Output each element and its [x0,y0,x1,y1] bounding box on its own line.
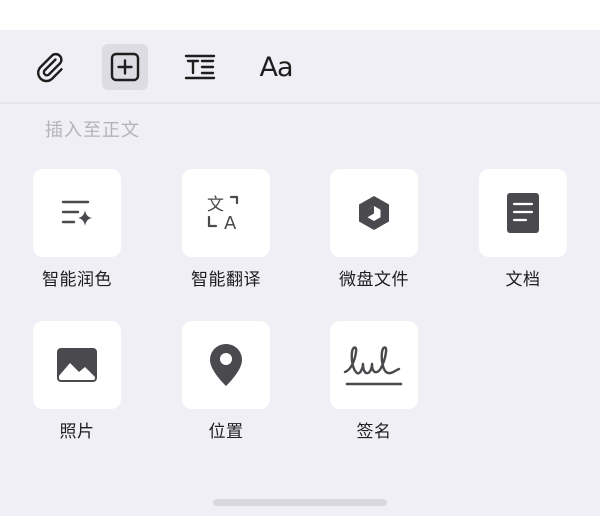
grid-item-document[interactable]: 文档 [463,169,583,299]
svg-text:A: A [224,213,237,234]
tile[interactable] [479,169,567,257]
photo-icon [57,348,97,382]
signature-icon [343,346,403,386]
insert-button[interactable] [102,44,148,90]
translate-icon: 文 A [207,195,239,234]
grid-item-signature[interactable]: 签名 [314,321,434,451]
section-title: 插入至正文 [45,120,140,141]
tile[interactable]: 文 A [182,169,270,257]
item-label: 位置 [208,422,244,442]
tile[interactable] [33,169,121,257]
font-button[interactable]: Aa [253,44,299,90]
text-format-button[interactable] [177,44,223,90]
text-style-icon [184,54,216,80]
font-label: Aa [259,51,293,83]
tile[interactable] [330,321,418,409]
grid-item-location[interactable]: 位置 [166,321,286,451]
grid-item-translate[interactable]: 文 A 智能翻译 [166,169,286,299]
attachment-button[interactable] [27,44,73,90]
item-label: 照片 [59,422,95,442]
editor-toolbar: Aa [0,30,600,102]
grid-item-ai-polish[interactable]: 智能润色 [17,169,137,299]
plus-square-icon [110,52,140,82]
top-area [0,0,600,30]
weidisk-icon [359,196,389,230]
toolbar-divider [0,102,600,104]
ai-polish-icon [61,200,92,226]
svg-text:文: 文 [207,195,224,215]
paperclip-icon [37,52,63,83]
tile[interactable] [330,169,418,257]
grid-item-photo[interactable]: 照片 [17,321,137,451]
home-indicator[interactable] [213,499,387,506]
item-label: 智能翻译 [191,270,261,290]
tile[interactable] [182,321,270,409]
item-label: 文档 [505,270,541,290]
item-label: 智能润色 [42,270,112,290]
grid-item-weidisk[interactable]: 微盘文件 [314,169,434,299]
document-icon [507,193,539,233]
tile[interactable] [33,321,121,409]
item-label: 签名 [356,422,392,442]
location-pin-icon [210,344,242,386]
item-label: 微盘文件 [339,270,409,290]
